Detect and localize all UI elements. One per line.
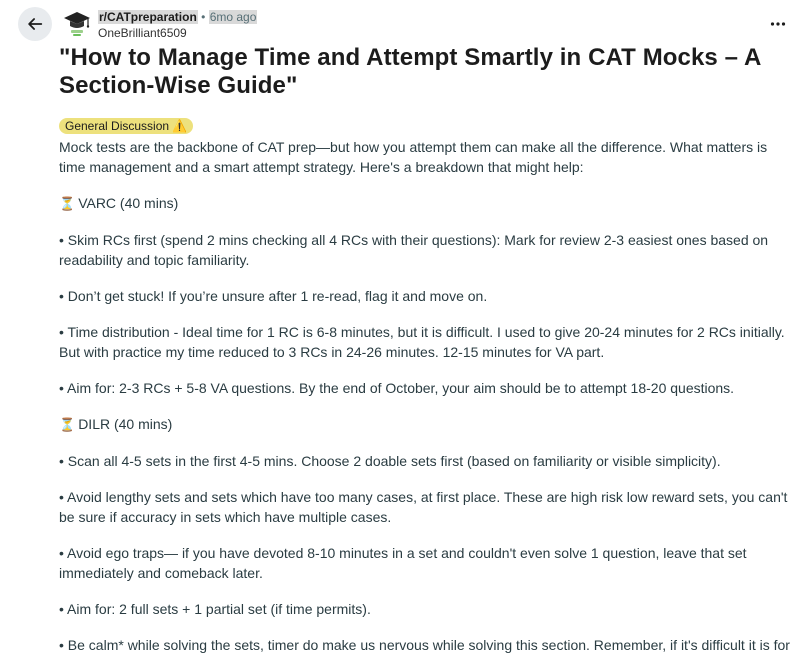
post-flair[interactable]: General Discussion ⚠️ [59,118,194,134]
post-paragraph: Mock tests are the backbone of CAT prep—… [59,139,768,175]
post-paragraph: • Skim RCs first (spend 2 mins checking … [59,232,769,268]
post-time: 6mo ago [208,10,258,24]
post-paragraph: • Scan all 4-5 sets in the first 4-5 min… [59,453,721,469]
subreddit-avatar[interactable] [62,9,92,39]
post-body: Mock tests are the backbone of CAT prep—… [59,137,794,655]
post-paragraph: • Aim for: 2 full sets + 1 partial set (… [59,601,371,617]
post-meta: r/CATpreparation • 6mo ago OneBrilliant6… [98,9,258,41]
graduation-cap-avatar [64,12,90,36]
section-heading-label: DILR (40 mins) [78,416,173,432]
arrow-left-icon [28,18,43,30]
section-heading-dilr: ⏳ DILR (40 mins) [59,414,794,435]
hourglass-icon: ⏳ [59,417,76,432]
post-title: "How to Manage Time and Attempt Smartly … [59,44,761,99]
post-paragraph: • Time distribution - Ideal time for 1 R… [59,324,785,360]
hourglass-icon: ⏳ [59,196,76,211]
meta-separator: • [201,10,206,24]
post-paragraph: • Aim for: 2-3 RCs + 5-8 VA questions. B… [59,380,735,396]
more-horizontal-icon [770,22,786,26]
section-heading-label: VARC (40 mins) [78,195,179,211]
post-paragraph: • Avoid lengthy sets and sets which have… [59,489,788,525]
author-link[interactable]: OneBrilliant6509 [98,25,257,41]
post-paragraph: • Be calm* while solving the sets, timer… [59,637,790,653]
post-content: "How to Manage Time and Attempt Smartly … [59,44,794,671]
post-paragraph: • Don’t get stuck! If you’re unsure afte… [59,288,488,304]
flair-label: General Discussion [65,119,170,133]
section-heading-varc: ⏳ VARC (40 mins) [59,193,794,214]
warning-icon: ⚠️ [172,119,188,133]
back-button[interactable] [18,7,52,41]
more-options-button[interactable] [765,12,791,36]
post-paragraph: • Avoid ego traps— if you have devoted 8… [59,545,747,581]
subreddit-link[interactable]: r/CATpreparation [98,10,198,24]
